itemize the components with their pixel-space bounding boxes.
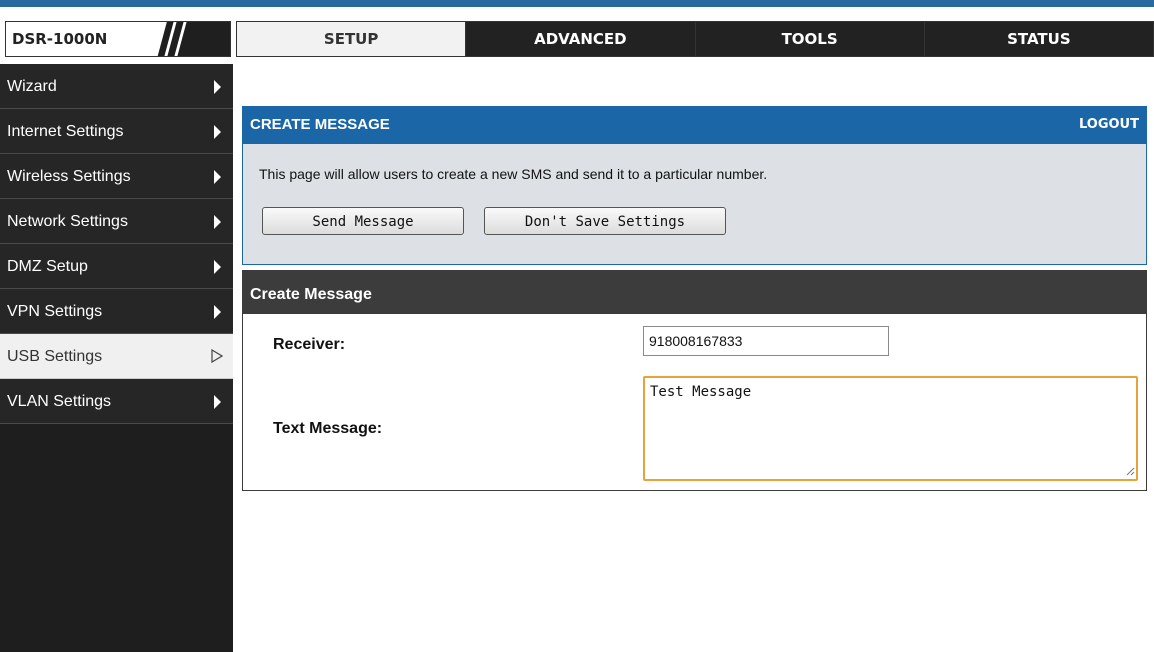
model-name: DSR-1000N [6, 22, 148, 56]
chevron-right-icon [214, 125, 221, 139]
chevron-right-icon [214, 80, 221, 94]
receiver-label: Receiver: [273, 336, 346, 353]
sidebar-item-vlan-settings[interactable]: VLAN Settings [0, 379, 233, 424]
sidebar-item-label: DMZ Setup [7, 258, 88, 275]
sidebar-item-dmz-setup[interactable]: DMZ Setup [0, 244, 233, 289]
chevron-right-icon [214, 215, 221, 229]
text-message-textarea[interactable]: Test Message [643, 376, 1138, 481]
resize-grip-icon[interactable] [1125, 466, 1135, 476]
chevron-right-icon [214, 260, 221, 274]
chevron-right-icon [214, 170, 221, 184]
create-message-section-header: Create Message [242, 270, 1147, 314]
tab-status[interactable]: STATUS [924, 21, 1154, 57]
sidebar-item-label: VPN Settings [7, 303, 103, 320]
sidebar-item-label: Internet Settings [7, 123, 124, 140]
create-message-panel: CREATE MESSAGE LOGOUT This page will all… [242, 106, 1147, 265]
panel-header: CREATE MESSAGE LOGOUT [242, 106, 1147, 144]
sidebar-item-wireless-settings[interactable]: Wireless Settings [0, 154, 233, 199]
sidebar-item-label: Wireless Settings [7, 168, 131, 185]
sidebar-item-label: USB Settings [7, 348, 103, 365]
tab-advanced[interactable]: ADVANCED [466, 21, 696, 57]
sidebar-item-wizard[interactable]: Wizard [0, 64, 233, 109]
logout-link[interactable]: LOGOUT [1079, 106, 1139, 144]
chevron-right-outline-icon [211, 349, 223, 363]
sidebar-item-label: Wizard [7, 78, 57, 95]
model-logo: DSR-1000N [5, 21, 231, 57]
text-message-label: Text Message: [273, 420, 383, 437]
top-accent-bar [0, 0, 1154, 7]
send-message-button[interactable]: Send Message [262, 207, 464, 235]
main-tabs: SETUP ADVANCED TOOLS STATUS [236, 21, 1154, 57]
tab-tools[interactable]: TOOLS [695, 21, 925, 57]
sidebar-item-vpn-settings[interactable]: VPN Settings [0, 289, 233, 334]
sidebar-item-internet-settings[interactable]: Internet Settings [0, 109, 233, 154]
create-message-form: Receiver: Text Message: Test Message [242, 314, 1147, 491]
sidebar-item-label: VLAN Settings [7, 393, 112, 410]
logo-stripe [174, 22, 187, 56]
panel-title: CREATE MESSAGE [250, 116, 390, 133]
header: DSR-1000N SETUP ADVANCED TOOLS STATUS [0, 7, 1154, 64]
chevron-right-icon [214, 395, 221, 409]
page-description: This page will allow users to create a n… [259, 166, 768, 182]
dont-save-settings-button[interactable]: Don't Save Settings [484, 207, 726, 235]
chevron-right-icon [214, 305, 221, 319]
tab-setup[interactable]: SETUP [236, 21, 467, 57]
sidebar-item-usb-settings[interactable]: USB Settings [0, 334, 233, 379]
sidebar: Wizard Internet Settings Wireless Settin… [0, 64, 233, 652]
sidebar-item-network-settings[interactable]: Network Settings [0, 199, 233, 244]
receiver-input[interactable] [643, 326, 889, 356]
panel-body: This page will allow users to create a n… [242, 144, 1147, 265]
sidebar-item-label: Network Settings [7, 213, 128, 230]
